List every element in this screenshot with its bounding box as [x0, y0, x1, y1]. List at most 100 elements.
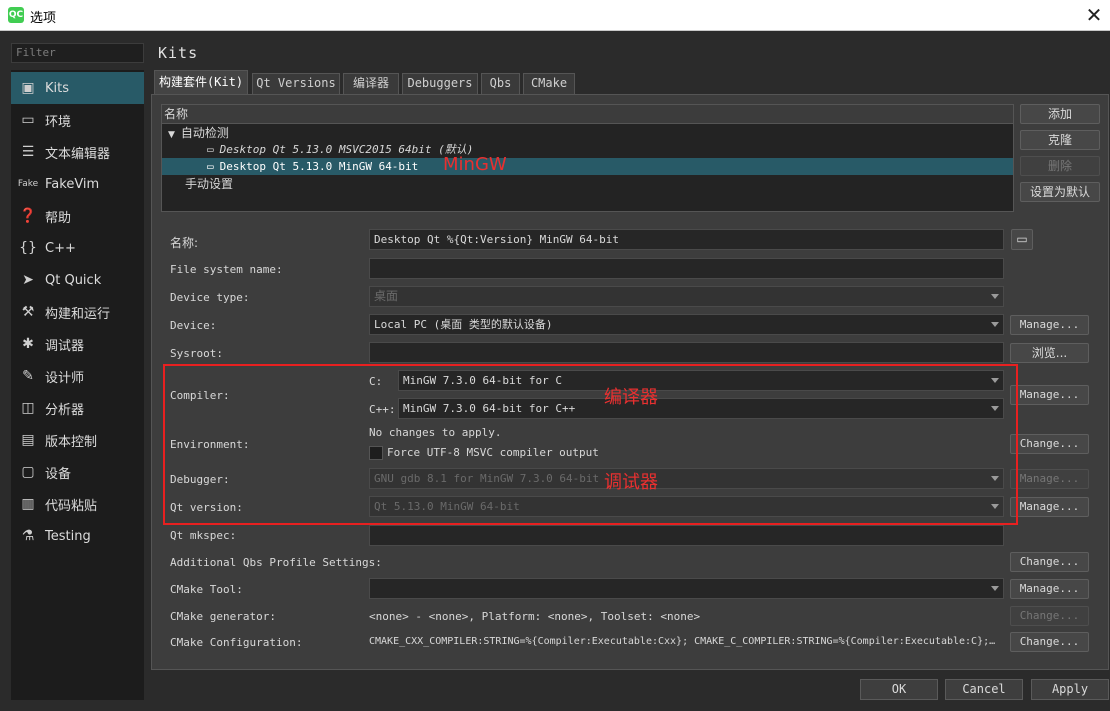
sidebar-item-label: 设计师: [45, 370, 85, 386]
change-cmake-generator-button[interactable]: Change...: [1010, 606, 1089, 626]
cmake-generator-label: CMake generator:: [170, 610, 276, 623]
tree-column-header: 名称: [162, 105, 1013, 124]
sidebar-item-designer[interactable]: ✎ 设计师: [11, 360, 144, 392]
tab-qt-versions[interactable]: Qt Versions: [252, 73, 340, 94]
sidebar-item-label: C++: [45, 240, 76, 256]
sidebar-item-qt-quick[interactable]: ➤ Qt Quick: [11, 264, 144, 296]
sidebar-item-build-run[interactable]: ⚒ 构建和运行: [11, 296, 144, 328]
sidebar-item-version-control[interactable]: ▤ 版本控制: [11, 424, 144, 456]
fs-name-input[interactable]: [369, 258, 1004, 279]
tree-item-kit-mingw[interactable]: ▭ Desktop Qt 5.13.0 MinGW 64-bit: [207, 158, 418, 175]
cmake-config-value: CMAKE_CXX_COMPILER:STRING=%{Compiler:Exe…: [369, 636, 996, 647]
tab-kits[interactable]: 构建套件(Kit): [154, 70, 248, 95]
sidebar-item-label: 代码粘贴: [45, 498, 98, 514]
change-qbs-button[interactable]: Change...: [1010, 552, 1089, 572]
manage-compiler-button[interactable]: Manage...: [1010, 385, 1089, 405]
chevron-down-icon: [991, 322, 999, 327]
cmake-config-label: CMake Configuration:: [170, 636, 303, 649]
tab-qbs[interactable]: Qbs: [481, 73, 520, 94]
chevron-down-icon: [991, 586, 999, 591]
tree-item-kit-msvc[interactable]: ▭ Desktop Qt 5.13.0 MSVC2015 64bit (默认): [207, 141, 473, 158]
tree-group-manual[interactable]: 手动设置: [185, 176, 233, 193]
sidebar-item-label: Kits: [45, 80, 70, 96]
sidebar-item-fakevim[interactable]: Fake FakeVim: [11, 168, 144, 200]
version-control-icon: ▤: [21, 432, 35, 448]
browse-sysroot-button[interactable]: 浏览...: [1010, 343, 1089, 363]
make-default-button[interactable]: 设置为默认: [1020, 182, 1100, 202]
ok-button[interactable]: OK: [860, 679, 938, 700]
qbs-settings-label: Additional Qbs Profile Settings:: [170, 556, 382, 569]
title-bar: QC 选项 ✕: [0, 0, 1110, 31]
window-title: 选项: [30, 11, 57, 26]
tree-group-auto[interactable]: ▼ 自动检测: [168, 125, 229, 142]
braces-icon: {}: [19, 240, 37, 256]
cmake-generator-value: <none> - <none>, Platform: <none>, Tools…: [369, 610, 701, 623]
device-icon-button[interactable]: ▭: [1011, 229, 1033, 250]
tab-compilers[interactable]: 编译器: [343, 73, 399, 94]
chevron-down-icon: [991, 294, 999, 299]
monitor-icon: ▭: [207, 160, 214, 173]
sidebar-item-cpp[interactable]: {} C++: [11, 232, 144, 264]
sidebar-item-label: 分析器: [45, 402, 85, 418]
tab-debuggers[interactable]: Debuggers: [402, 73, 478, 94]
select-value: 桌面: [374, 289, 399, 303]
sidebar-item-help[interactable]: ❓ 帮助: [11, 200, 144, 232]
kit-name-input[interactable]: Desktop Qt %{Qt:Version} MinGW 64-bit: [369, 229, 1004, 250]
kit-name: Desktop Qt 5.13.0 MSVC2015 64bit (默认): [219, 143, 474, 156]
analyzer-icon: ◫: [21, 400, 35, 416]
device-select[interactable]: Local PC (桌面 类型的默认设备): [369, 314, 1004, 335]
clone-kit-button[interactable]: 克隆: [1020, 130, 1100, 150]
add-kit-button[interactable]: 添加: [1020, 104, 1100, 124]
apply-button[interactable]: Apply: [1031, 679, 1109, 700]
sysroot-label: Sysroot:: [170, 347, 223, 360]
monitor-icon: ▭: [207, 143, 214, 156]
device-icon: ▢: [21, 464, 35, 480]
cancel-button[interactable]: Cancel: [945, 679, 1023, 700]
qt-mkspec-input[interactable]: [369, 525, 1004, 546]
annotation-highlight-box: [163, 364, 1018, 525]
annotation-mingw: MinGW: [443, 154, 507, 175]
sidebar-item-text-editor[interactable]: ☰ 文本编辑器: [11, 136, 144, 168]
filter-input[interactable]: Filter: [11, 43, 144, 63]
sidebar-item-label: Testing: [45, 528, 91, 544]
options-category-sidebar: ▣ Kits ▭ 环境 ☰ 文本编辑器 Fake FakeVim ❓ 帮助 {} C++ ➤…: [11, 70, 144, 700]
sidebar-item-label: 设备: [45, 466, 72, 482]
close-window-button[interactable]: ✕: [1082, 2, 1106, 28]
sidebar-item-label: FakeVim: [45, 176, 100, 192]
document-icon: ☰: [21, 144, 35, 160]
sidebar-item-debugger[interactable]: ✱ 调试器: [11, 328, 144, 360]
change-cmake-config-button[interactable]: Change...: [1010, 632, 1089, 652]
device-type-select[interactable]: 桌面: [369, 286, 1004, 307]
sidebar-item-label: 文本编辑器: [45, 146, 111, 162]
tree-group-label: 自动检测: [180, 126, 229, 140]
tab-cmake[interactable]: CMake: [523, 73, 575, 94]
qtquick-icon: ➤: [22, 272, 34, 288]
sidebar-item-environment[interactable]: ▭ 环境: [11, 104, 144, 136]
cmake-tool-select[interactable]: [369, 578, 1004, 599]
device-label: Device:: [170, 319, 217, 332]
sysroot-input[interactable]: [369, 342, 1004, 363]
sidebar-item-devices[interactable]: ▢ 设备: [11, 456, 144, 488]
device-type-label: Device type:: [170, 291, 250, 304]
kits-icon: ▣: [21, 80, 35, 96]
select-value: Local PC (桌面 类型的默认设备): [374, 318, 553, 331]
bug-icon: ✱: [22, 336, 34, 352]
sidebar-item-analyzer[interactable]: ◫ 分析器: [11, 392, 144, 424]
sidebar-item-label: 环境: [45, 114, 72, 130]
pencil-icon: ✎: [22, 368, 34, 384]
page-title: Kits: [158, 44, 199, 62]
manage-cmake-button[interactable]: Manage...: [1010, 579, 1089, 599]
manage-debugger-button[interactable]: Manage...: [1010, 469, 1089, 489]
sidebar-item-label: Qt Quick: [45, 272, 102, 288]
change-environment-button[interactable]: Change...: [1010, 434, 1089, 454]
manage-device-button[interactable]: Manage...: [1010, 315, 1089, 335]
sidebar-item-kits[interactable]: ▣ Kits: [11, 72, 144, 104]
sidebar-item-testing[interactable]: ⚗ Testing: [11, 520, 144, 552]
remove-kit-button[interactable]: 删除: [1020, 156, 1100, 176]
manage-qt-version-button[interactable]: Manage...: [1010, 497, 1089, 517]
sidebar-item-label: 构建和运行: [45, 306, 111, 322]
help-icon: ❓: [19, 208, 37, 224]
qt-mkspec-label: Qt mkspec:: [170, 529, 237, 542]
sidebar-item-code-paste[interactable]: ▥ 代码粘贴: [11, 488, 144, 520]
name-label: 名称:: [170, 236, 199, 250]
